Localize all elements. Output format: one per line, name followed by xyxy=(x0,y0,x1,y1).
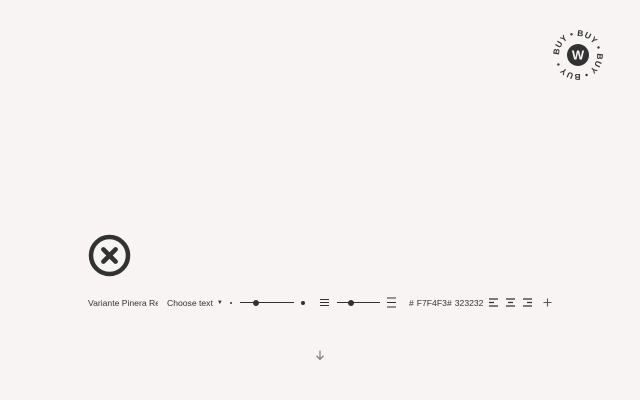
font-size-large-icon xyxy=(301,301,305,305)
font-select[interactable]: Variante Pinera Re... xyxy=(88,296,158,310)
hash-symbol: # xyxy=(447,298,452,308)
text-select[interactable]: Choose text ▼ xyxy=(167,296,223,310)
align-center-icon xyxy=(506,298,515,307)
font-size-small-icon xyxy=(230,302,232,304)
align-left-button[interactable] xyxy=(489,298,499,307)
font-size-slider-track xyxy=(240,302,294,303)
background-color-input[interactable]: # F7F4F3 xyxy=(409,296,447,310)
font-size-slider[interactable] xyxy=(240,300,294,306)
font-select-label: Variante Pinera Re... xyxy=(88,298,158,308)
text-color-input[interactable]: # 323232 xyxy=(447,296,483,310)
scroll-down-button[interactable] xyxy=(314,348,326,361)
align-center-button[interactable] xyxy=(506,298,516,307)
align-right-button[interactable] xyxy=(523,298,533,307)
align-left-icon xyxy=(489,298,498,307)
font-size-slider-thumb[interactable] xyxy=(253,300,260,306)
plus-icon xyxy=(543,298,552,307)
buy-badge[interactable]: BUY • BUY • BUY • BUY • W xyxy=(553,30,603,80)
line-spacing-loose-icon xyxy=(387,297,397,308)
text-color-value: 323232 xyxy=(454,298,484,308)
background-color-value: F7F4F3 xyxy=(416,298,447,308)
arrow-down-icon xyxy=(316,350,324,361)
line-spacing-slider-track xyxy=(337,302,380,303)
align-right-icon xyxy=(523,298,532,307)
buy-badge-icon: BUY • BUY • BUY • BUY • W xyxy=(553,30,603,80)
line-spacing-tight-icon xyxy=(320,298,330,307)
badge-letter: W xyxy=(572,48,585,63)
close-circle-icon xyxy=(88,234,131,277)
line-spacing-slider[interactable] xyxy=(337,300,380,306)
line-spacing-slider-thumb[interactable] xyxy=(348,300,355,306)
text-select-label: Choose text xyxy=(167,298,213,308)
add-button[interactable] xyxy=(543,298,552,307)
caret-down-icon: ▼ xyxy=(216,300,223,306)
hash-symbol: # xyxy=(409,298,414,308)
